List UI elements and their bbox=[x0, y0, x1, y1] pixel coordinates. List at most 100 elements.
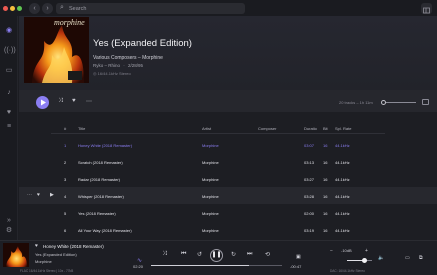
col-artist[interactable]: Artist bbox=[202, 126, 211, 131]
zoom-slider-handle[interactable] bbox=[381, 100, 386, 105]
table-row-hovered[interactable]: ⋯ ♥ ▶ 4 Whisper (2018 Remaster) Morphine… bbox=[19, 187, 437, 204]
col-bit[interactable]: Bit bbox=[323, 126, 328, 131]
player-bar: ♥ Honey White (2018 Remaster) Yes (Expan… bbox=[0, 240, 437, 275]
maximize-window-button[interactable] bbox=[17, 6, 22, 11]
window-layout-button[interactable] bbox=[421, 3, 432, 14]
remaining-time: -00:47 bbox=[290, 264, 302, 269]
album-title: Yes (Expanded Edition) bbox=[93, 38, 192, 49]
source-format-info: FLAC 16/44.1kHz Stereo | 10x - 77kB bbox=[20, 269, 74, 273]
play-album-button[interactable] bbox=[36, 96, 49, 109]
table-row[interactable]: 2 Scratch (2018 Remaster) Morphine 03:13… bbox=[19, 153, 437, 170]
volume-down-icon[interactable]: − bbox=[330, 248, 333, 254]
album-action-bar: ⤨ ♥ ⋯ 20 tracks – 1h 11m bbox=[19, 90, 437, 112]
progress-bar[interactable] bbox=[151, 265, 282, 266]
library-icon[interactable]: ▭ bbox=[4, 66, 14, 76]
col-composer[interactable]: Composer bbox=[258, 126, 276, 131]
track-duration: 02:00 bbox=[304, 211, 315, 216]
playlists-icon[interactable]: ≡ bbox=[4, 122, 14, 132]
minimize-window-button[interactable] bbox=[10, 6, 15, 11]
back-icon[interactable]: ‹ bbox=[29, 3, 40, 14]
zoom-slider-track[interactable] bbox=[383, 102, 416, 103]
track-number: 2 bbox=[64, 160, 67, 165]
track-artist[interactable]: Morphine bbox=[202, 194, 219, 199]
album-date: 2/28/95 bbox=[128, 63, 144, 68]
pause-button[interactable]: ❚❚ bbox=[210, 249, 223, 262]
view-mode-icon[interactable] bbox=[422, 99, 429, 105]
header-divider bbox=[51, 133, 385, 134]
table-row[interactable]: 5 Yes (2018 Remaster) Morphine 02:00 16 … bbox=[19, 204, 437, 221]
row-favorite-icon[interactable]: ♥ bbox=[37, 192, 40, 198]
track-number: 3 bbox=[64, 177, 67, 182]
album-cover: morphine bbox=[24, 17, 89, 83]
row-play-icon[interactable]: ▶ bbox=[50, 192, 54, 198]
track-rate: 44.1kHz bbox=[335, 211, 350, 216]
track-bit: 16 bbox=[323, 194, 328, 199]
radio-icon[interactable]: ((·)) bbox=[4, 46, 16, 56]
close-window-button[interactable] bbox=[3, 6, 8, 11]
shuffle-icon[interactable]: ⤨ bbox=[58, 98, 63, 105]
cover-band-logo: morphine bbox=[54, 18, 85, 27]
volume-handle[interactable] bbox=[362, 258, 367, 263]
track-title: Whisper (2018 Remaster) bbox=[78, 194, 124, 199]
volume-up-icon[interactable]: + bbox=[365, 248, 368, 254]
col-rate[interactable]: Spl. Rate bbox=[335, 126, 351, 131]
microphone-icon[interactable]: ♪ bbox=[4, 88, 14, 98]
search-bar[interactable]: ⌕ bbox=[56, 3, 245, 14]
track-number: 5 bbox=[64, 211, 67, 216]
pause-icon: ❚❚ bbox=[211, 252, 222, 258]
more-options-icon[interactable]: ⋯ bbox=[86, 98, 92, 105]
track-artist[interactable]: Morphine bbox=[202, 228, 219, 233]
search-input[interactable] bbox=[69, 3, 239, 14]
track-title: Scratch (2018 Remaster) bbox=[78, 160, 123, 165]
now-playing-artist[interactable]: Morphine bbox=[35, 259, 52, 264]
now-playing-cover[interactable] bbox=[3, 243, 29, 267]
table-row[interactable]: 3 Radar (2018 Remaster) Morphine 03:27 1… bbox=[19, 170, 437, 187]
track-duration: 03:07 bbox=[304, 143, 315, 148]
track-bit: 16 bbox=[323, 143, 328, 148]
device-icon[interactable]: ▭ bbox=[405, 255, 410, 261]
album-quality: ◎ 16/44.1kHz Stereo bbox=[93, 71, 131, 76]
track-rate: 44.1kHz bbox=[335, 228, 350, 233]
row-more-icon[interactable]: ⋯ bbox=[27, 192, 32, 198]
seek-forward-icon[interactable]: ↻ bbox=[231, 251, 236, 258]
album-header: morphine Yes (Expanded Edition) Various … bbox=[19, 16, 437, 90]
waveform-icon[interactable]: ∿ bbox=[137, 257, 142, 264]
track-rate: 44.1kHz bbox=[335, 143, 350, 148]
queue-icon[interactable]: ▣ bbox=[296, 254, 301, 260]
seek-back-icon[interactable]: ↺ bbox=[197, 251, 202, 258]
repeat-icon[interactable]: ⟲ bbox=[265, 251, 270, 258]
mini-player-icon[interactable]: ⧉ bbox=[419, 255, 423, 261]
speaker-icon[interactable]: 🔈 bbox=[378, 255, 384, 261]
play-icon bbox=[41, 99, 46, 106]
album-artists[interactable]: Various Composers – Morphine bbox=[93, 55, 163, 61]
col-duration[interactable]: Duratio bbox=[304, 126, 317, 131]
volume-slider[interactable] bbox=[347, 258, 372, 263]
favorites-icon[interactable]: ♥ bbox=[4, 108, 14, 118]
track-artist[interactable]: Morphine bbox=[202, 211, 219, 216]
now-playing-favorite-icon[interactable]: ♥ bbox=[35, 243, 38, 249]
expand-sidebar-icon[interactable]: » bbox=[4, 216, 14, 226]
dac-format-info: DAC: 16/44.1kHz Stereo bbox=[330, 269, 365, 273]
col-number[interactable]: # bbox=[64, 126, 66, 131]
shuffle-icon[interactable]: ⤨ bbox=[162, 251, 167, 258]
track-duration: 03:28 bbox=[304, 194, 315, 199]
now-playing-album[interactable]: Yes (Expanded Edition) bbox=[35, 252, 77, 257]
now-playing-title[interactable]: Honey White (2018 Remaster) bbox=[43, 244, 104, 249]
track-artist[interactable]: Morphine bbox=[202, 143, 219, 148]
favorite-album-icon[interactable]: ♥ bbox=[72, 98, 76, 104]
previous-track-icon[interactable]: ⏮ bbox=[181, 251, 186, 258]
track-artist[interactable]: Morphine bbox=[202, 160, 219, 165]
settings-icon[interactable]: ⚙ bbox=[4, 226, 14, 236]
home-icon[interactable]: ◉ bbox=[4, 26, 14, 36]
track-title: Honey White (2018 Remaster) bbox=[78, 143, 133, 148]
album-meta: Ryko – Rhino · 2/28/95 bbox=[93, 63, 144, 68]
track-artist[interactable]: Morphine bbox=[202, 177, 219, 182]
forward-icon[interactable]: › bbox=[42, 3, 53, 14]
sidebar: ◉ ((·)) ▭ ♪ ♥ ≡ » ⚙ bbox=[0, 16, 18, 240]
track-number: 4 bbox=[64, 194, 67, 199]
next-track-icon[interactable]: ⏭ bbox=[247, 251, 252, 258]
track-title: Radar (2018 Remaster) bbox=[78, 177, 121, 182]
col-title[interactable]: Title bbox=[78, 126, 85, 131]
table-row[interactable]: 1 Honey White (2018 Remaster) Morphine 0… bbox=[19, 136, 437, 153]
table-row[interactable]: 6 All Your Way (2018 Remaster) Morphine … bbox=[19, 221, 437, 238]
